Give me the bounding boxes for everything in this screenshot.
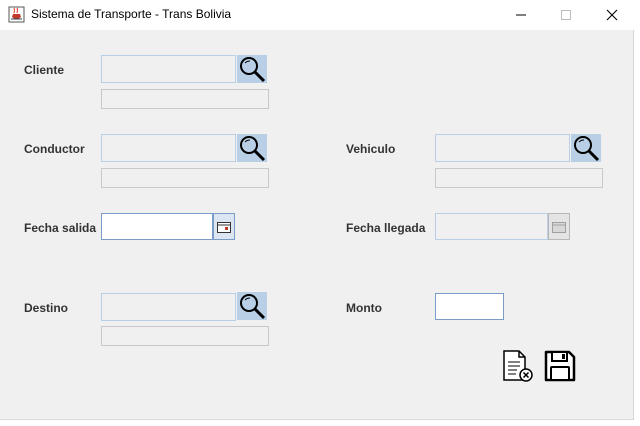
monto-label: Monto	[346, 301, 382, 315]
cliente-search-button[interactable]	[237, 55, 267, 83]
destino-label: Destino	[24, 301, 69, 315]
fecha-salida-label: Fecha salida	[24, 221, 97, 235]
fecha-llegada-field	[435, 213, 548, 240]
conductor-field[interactable]	[101, 134, 236, 162]
maximize-icon	[561, 10, 571, 20]
search-icon	[574, 136, 600, 161]
vehiculo-detail-field	[435, 168, 603, 188]
fecha-salida-calendar-button[interactable]	[213, 213, 235, 240]
document-clear-icon	[503, 350, 533, 382]
monto-field[interactable]	[435, 293, 504, 320]
cliente-field[interactable]	[101, 55, 236, 83]
cliente-detail-field	[101, 89, 269, 109]
close-button[interactable]	[589, 0, 635, 30]
close-icon	[606, 9, 618, 21]
maximize-button[interactable]	[543, 0, 589, 30]
search-icon	[240, 294, 266, 319]
calendar-icon	[217, 221, 231, 233]
fecha-llegada-label: Fecha llegada	[346, 221, 426, 235]
search-icon	[240, 57, 266, 82]
title-bar: Sistema de Transporte - Trans Bolivia	[0, 0, 634, 30]
save-button[interactable]	[543, 349, 577, 383]
floppy-disk-icon	[544, 350, 576, 382]
search-icon	[240, 136, 266, 161]
fecha-llegada-calendar-button	[548, 213, 570, 240]
window-title: Sistema de Transporte - Trans Bolivia	[31, 7, 232, 21]
main-window: Sistema de Transporte - Trans Bolivia Cl…	[0, 0, 634, 420]
vehiculo-label: Vehiculo	[346, 142, 396, 156]
destino-detail-field	[101, 326, 269, 346]
vehiculo-search-button[interactable]	[571, 134, 601, 162]
vehiculo-field[interactable]	[435, 134, 570, 162]
conductor-label: Conductor	[24, 142, 85, 156]
fecha-salida-field[interactable]	[101, 213, 213, 240]
calendar-icon	[552, 221, 566, 233]
conductor-search-button[interactable]	[237, 134, 267, 162]
minimize-icon	[516, 14, 526, 16]
clear-button[interactable]	[500, 349, 534, 383]
destino-search-button[interactable]	[237, 292, 267, 320]
destino-field[interactable]	[101, 293, 236, 321]
minimize-button[interactable]	[498, 0, 544, 30]
java-cup-icon	[8, 6, 25, 23]
conductor-detail-field	[101, 168, 269, 188]
cliente-label: Cliente	[24, 63, 65, 77]
